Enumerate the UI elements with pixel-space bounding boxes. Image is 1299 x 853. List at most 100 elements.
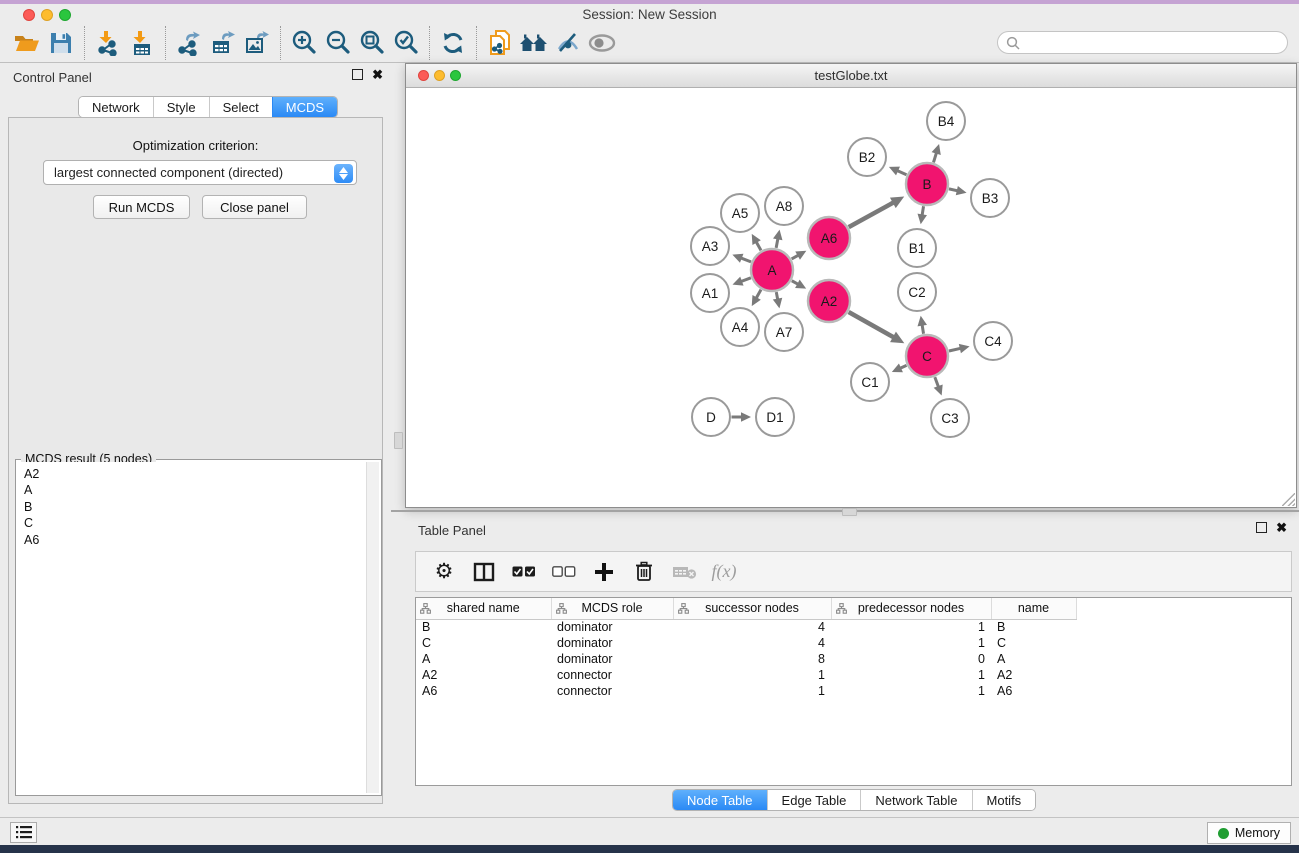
column-header-MCDS-role[interactable]: MCDS role (551, 598, 673, 619)
cell-name: B (991, 619, 1076, 635)
close-panel-icon[interactable]: ✖ (372, 69, 383, 80)
search-box[interactable] (997, 31, 1288, 54)
close-panel-button[interactable]: Close panel (202, 195, 307, 219)
table-row[interactable]: Adominator80A (416, 651, 1291, 667)
column-header-shared-name[interactable]: shared name (416, 598, 551, 619)
graph-node-A8[interactable]: A8 (765, 187, 803, 225)
column-type-icon (420, 603, 431, 614)
table-row[interactable]: Bdominator41B (416, 619, 1291, 635)
graph-node-C3[interactable]: C3 (931, 399, 969, 437)
show-columns-icon[interactable] (466, 555, 502, 589)
column-header-name[interactable]: name (991, 598, 1076, 619)
graph-node-B4[interactable]: B4 (927, 102, 965, 140)
delete-column-icon[interactable] (626, 555, 662, 589)
tab-network-table[interactable]: Network Table (860, 790, 971, 810)
show-details-icon[interactable] (585, 27, 619, 59)
home-icon[interactable] (517, 27, 551, 59)
tab-mcds[interactable]: MCDS (272, 97, 337, 117)
graph-node-A2[interactable]: A2 (808, 280, 850, 322)
cell-predecessor-nodes: 1 (831, 683, 991, 699)
graph-node-B[interactable]: B (906, 163, 948, 205)
search-input[interactable] (1025, 35, 1279, 50)
export-table-icon[interactable] (206, 27, 240, 59)
graph-node-A7[interactable]: A7 (765, 313, 803, 351)
save-session-icon[interactable] (44, 27, 78, 59)
criterion-dropdown[interactable]: largest connected component (directed) (43, 160, 357, 185)
graph-node-B2[interactable]: B2 (848, 138, 886, 176)
tab-select[interactable]: Select (209, 97, 272, 117)
export-image-icon[interactable] (240, 27, 274, 59)
table-row[interactable]: A6connector11A6 (416, 683, 1291, 699)
result-item[interactable]: A6 (24, 532, 358, 548)
horizontal-split-grip[interactable] (842, 508, 857, 516)
import-table-icon[interactable] (125, 27, 159, 59)
cell-MCDS-role: connector (551, 667, 673, 683)
zoom-selected-icon[interactable] (389, 27, 423, 59)
resize-grip[interactable] (1282, 493, 1295, 506)
zoom-fit-icon[interactable] (355, 27, 389, 59)
tab-edge-table[interactable]: Edge Table (767, 790, 861, 810)
result-scrollbar[interactable] (366, 462, 379, 793)
graph-node-A6[interactable]: A6 (808, 217, 850, 259)
result-item[interactable]: A2 (24, 466, 358, 482)
result-item[interactable]: B (24, 499, 358, 515)
result-item[interactable]: A (24, 482, 358, 498)
network-canvas[interactable]: B4 B2 B B3 A5A8A6 B1 A3 A C2 A1 A2 A4A7 C4 C C1 C3 D D1 (406, 88, 1296, 507)
open-session-icon[interactable] (10, 27, 44, 59)
zoom-out-icon[interactable] (321, 27, 355, 59)
result-item[interactable]: C (24, 515, 358, 531)
graph-node-A5[interactable]: A5 (721, 194, 759, 232)
graph-node-B1[interactable]: B1 (898, 229, 936, 267)
select-all-icon[interactable] (506, 555, 542, 589)
column-header-label: successor nodes (705, 601, 799, 615)
mcds-result-list[interactable]: A2ABCA6 (18, 462, 364, 793)
network-window-titlebar[interactable]: testGlobe.txt (406, 64, 1296, 88)
import-network-icon[interactable] (91, 27, 125, 59)
edge-arrowhead (956, 186, 967, 195)
tab-node-table[interactable]: Node Table (673, 790, 767, 810)
float-table-panel-icon[interactable] (1256, 522, 1267, 533)
tab-motifs[interactable]: Motifs (972, 790, 1036, 810)
task-history-button[interactable] (10, 822, 37, 843)
toolbar-separator (429, 26, 430, 60)
graph-node-C[interactable]: C (906, 335, 948, 377)
vertical-split-grip[interactable] (394, 432, 403, 449)
graph-node-A4[interactable]: A4 (721, 308, 759, 346)
table-row[interactable]: A2connector11A2 (416, 667, 1291, 683)
refresh-layout-icon[interactable] (436, 27, 470, 59)
graph-node-A3[interactable]: A3 (691, 227, 729, 265)
graph-node-B3[interactable]: B3 (971, 179, 1009, 217)
deselect-all-icon[interactable] (546, 555, 582, 589)
app-title: Session: New Session (0, 7, 1299, 22)
column-header-successor-nodes[interactable]: successor nodes (673, 598, 831, 619)
graph-node-A[interactable]: A (751, 249, 793, 291)
memory-button[interactable]: Memory (1207, 822, 1291, 844)
node-label: A1 (702, 286, 719, 301)
add-column-icon[interactable] (586, 555, 622, 589)
graph-node-D1[interactable]: D1 (756, 398, 794, 436)
node-label: B2 (859, 150, 876, 165)
hide-details-icon[interactable] (551, 27, 585, 59)
graph-node-A1[interactable]: A1 (691, 274, 729, 312)
close-table-panel-icon[interactable]: ✖ (1276, 522, 1287, 533)
graph-edge-A6-B[interactable] (849, 202, 895, 227)
zoom-in-icon[interactable] (287, 27, 321, 59)
network-file-icon[interactable] (483, 27, 517, 59)
node-label: A2 (821, 294, 838, 309)
graph-edge-A2-C[interactable] (849, 312, 895, 338)
floppy-glyph (49, 31, 73, 55)
tab-style[interactable]: Style (153, 97, 209, 117)
run-mcds-button[interactable]: Run MCDS (93, 195, 190, 219)
table-settings-icon[interactable]: ⚙ (426, 555, 462, 589)
tab-network[interactable]: Network (79, 97, 153, 117)
graph-node-D[interactable]: D (692, 398, 730, 436)
toolbar-separator (476, 26, 477, 60)
export-network-icon[interactable] (172, 27, 206, 59)
control-panel-title: Control Panel (13, 70, 92, 85)
graph-node-C1[interactable]: C1 (851, 363, 889, 401)
float-panel-icon[interactable] (352, 69, 363, 80)
graph-node-C2[interactable]: C2 (898, 273, 936, 311)
column-header-predecessor-nodes[interactable]: predecessor nodes (831, 598, 991, 619)
graph-node-C4[interactable]: C4 (974, 322, 1012, 360)
table-row[interactable]: Cdominator41C (416, 635, 1291, 651)
